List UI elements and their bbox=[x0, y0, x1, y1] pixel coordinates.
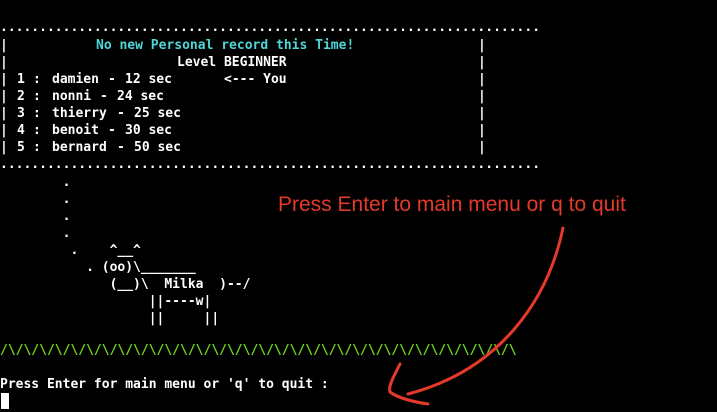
score-side-right: | bbox=[478, 123, 486, 138]
score-dash: - bbox=[117, 106, 125, 121]
scoreboard-side-right: | bbox=[478, 55, 486, 70]
header-title: No new Personal record this Time! bbox=[96, 38, 355, 53]
score-dash: - bbox=[108, 72, 116, 87]
score-side-right: | bbox=[478, 106, 486, 121]
cow-art-line: . bbox=[0, 192, 71, 207]
terminal-prompt: Press Enter for main menu or 'q' to quit… bbox=[0, 377, 329, 392]
score-name: damien bbox=[52, 72, 99, 87]
score-name: benoit bbox=[52, 123, 99, 138]
score-side-right: | bbox=[478, 72, 486, 87]
cow-art-line: . bbox=[0, 226, 71, 241]
scoreboard-border-bottom: ........................................… bbox=[0, 157, 541, 172]
score-name: nonni bbox=[52, 89, 92, 104]
score-time: 50 sec bbox=[134, 140, 181, 155]
cow-art-line: || || bbox=[0, 311, 220, 326]
you-marker: <--- You bbox=[224, 72, 287, 87]
annotation-label: Press Enter to main menu or q to quit bbox=[278, 193, 626, 216]
score-dash: - bbox=[108, 123, 116, 138]
score-name: thierry bbox=[52, 106, 107, 121]
score-separator: : bbox=[33, 106, 41, 121]
scoreboard-side-left: | bbox=[0, 38, 8, 53]
score-side-left: | bbox=[0, 123, 8, 138]
cow-art-line: . ^__^ bbox=[0, 243, 141, 258]
score-separator: : bbox=[33, 123, 41, 138]
scoreboard-side-left: | bbox=[0, 55, 8, 70]
grass-line: /\/\/\/\/\/\/\/\/\/\/\/\/\/\/\/\/\/\/\/\… bbox=[0, 343, 517, 358]
score-time: 25 sec bbox=[134, 106, 181, 121]
cow-art-line: . (oo)\_______ bbox=[0, 260, 196, 275]
score-side-left: | bbox=[0, 72, 8, 87]
score-rank: 5 bbox=[17, 140, 25, 155]
score-separator: : bbox=[33, 89, 41, 104]
score-rank: 1 bbox=[17, 72, 25, 87]
score-dash: - bbox=[117, 140, 125, 155]
score-time: 30 sec bbox=[125, 123, 172, 138]
text-cursor[interactable] bbox=[1, 393, 9, 409]
score-side-left: | bbox=[0, 140, 8, 155]
score-side-right: | bbox=[478, 140, 486, 155]
score-dash: - bbox=[100, 89, 108, 104]
scoreboard-border-top: ........................................… bbox=[0, 20, 541, 35]
score-separator: : bbox=[33, 140, 41, 155]
score-side-left: | bbox=[0, 106, 8, 121]
score-separator: : bbox=[33, 72, 41, 87]
score-rank: 3 bbox=[17, 106, 25, 121]
score-rank: 2 bbox=[17, 89, 25, 104]
cow-art-line: . bbox=[0, 175, 71, 190]
score-time: 12 sec bbox=[125, 72, 172, 87]
header-level: Level BEGINNER bbox=[177, 55, 287, 70]
score-side-right: | bbox=[478, 89, 486, 104]
cow-art-line: . bbox=[0, 209, 71, 224]
score-side-left: | bbox=[0, 89, 8, 104]
cow-art-line: ||----w| bbox=[0, 294, 212, 309]
score-rank: 4 bbox=[17, 123, 25, 138]
scoreboard-side-right: | bbox=[478, 38, 486, 53]
score-name: bernard bbox=[52, 140, 107, 155]
score-time: 24 sec bbox=[117, 89, 164, 104]
cow-art-line: (__)\ Milka )--/ bbox=[0, 277, 251, 292]
